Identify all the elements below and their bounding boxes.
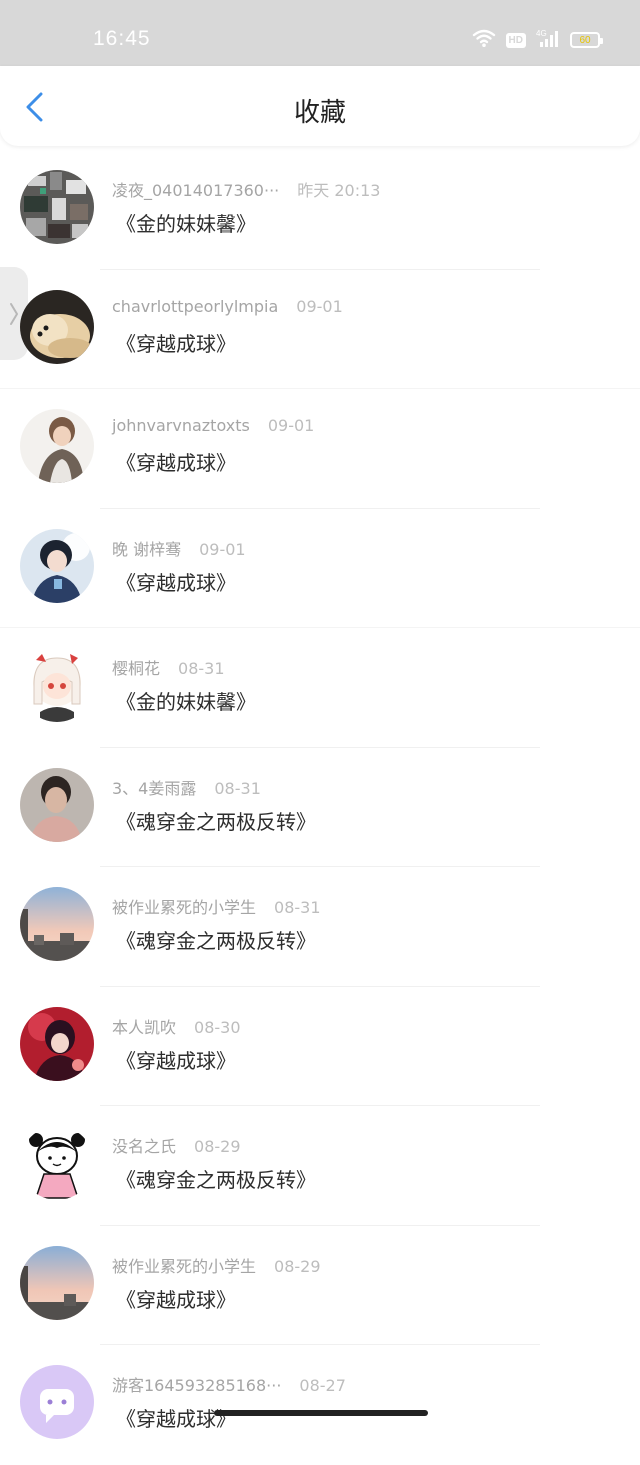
list-item[interactable]: chavrlottpeorlylmpia 09-01 《穿越成球》	[0, 270, 640, 389]
book-title[interactable]: 《穿越成球》	[116, 1284, 236, 1313]
page-title: 收藏	[293, 98, 346, 128]
list-item[interactable]: johnvarvnaztoxts 09-01 《穿越成球》	[0, 389, 640, 509]
username[interactable]: 被作业累死的小学生	[112, 1257, 256, 1276]
item-meta: 本人凯吹 08-30	[112, 1014, 241, 1038]
book-title[interactable]: 《穿越成球》	[116, 1403, 236, 1432]
status-bar: 16:45 HD 4G 60	[0, 0, 640, 66]
timestamp: 昨天 20:13	[297, 181, 381, 200]
item-meta: 3、4姜雨露 08-31	[112, 775, 261, 799]
username[interactable]: 晚 谢梓骞	[112, 540, 181, 559]
book-title[interactable]: 《魂穿金之两极反转》	[116, 1164, 316, 1193]
status-time: 16:45	[93, 27, 151, 50]
avatar[interactable]	[20, 648, 94, 722]
list-item[interactable]: 樱桐花 08-31 《金的妹妹馨》	[0, 628, 640, 748]
signal-icon: 4G	[536, 28, 560, 52]
book-title[interactable]: 《穿越成球》	[116, 447, 236, 476]
username[interactable]: 没名之氏	[112, 1137, 176, 1156]
item-meta: johnvarvnaztoxts 09-01	[112, 416, 314, 435]
avatar[interactable]	[20, 887, 94, 961]
timestamp: 09-01	[199, 539, 246, 559]
status-icons: HD 4G 60	[472, 28, 603, 52]
book-title[interactable]: 《金的妹妹馨》	[116, 208, 256, 237]
list-item[interactable]: 被作业累死的小学生 08-29 《穿越成球》	[0, 1226, 640, 1345]
item-meta: 樱桐花 08-31	[112, 655, 225, 679]
item-meta: chavrlottpeorlylmpia 09-01	[112, 297, 343, 316]
avatar[interactable]	[20, 289, 94, 364]
avatar[interactable]	[20, 1006, 94, 1081]
book-title[interactable]: 《魂穿金之两极反转》	[116, 925, 316, 954]
item-meta: 被作业累死的小学生 08-31	[112, 894, 321, 918]
svg-text:4G: 4G	[536, 29, 547, 38]
avatar[interactable]	[20, 409, 94, 483]
username[interactable]: 游客164593285168···	[112, 1376, 281, 1395]
list-item[interactable]: 游客164593285168··· 08-27 《穿越成球》	[0, 1345, 640, 1465]
list-item[interactable]: 凌夜_04014017360··· 昨天 20:13 《金的妹妹馨》	[0, 150, 640, 270]
battery-icon: 60	[570, 32, 603, 48]
username[interactable]: chavrlottpeorlylmpia	[112, 297, 278, 316]
avatar[interactable]	[20, 767, 94, 842]
list-item[interactable]: 本人凯吹 08-30 《穿越成球》	[0, 987, 640, 1106]
timestamp: 08-27	[299, 1376, 346, 1395]
username[interactable]: 樱桐花	[112, 659, 160, 678]
list-item[interactable]: 没名之氏 08-29 《魂穿金之两极反转》	[0, 1106, 640, 1226]
timestamp: 08-31	[214, 778, 261, 798]
item-meta: 凌夜_04014017360··· 昨天 20:13	[112, 177, 380, 201]
avatar[interactable]	[20, 528, 94, 603]
item-meta: 游客164593285168··· 08-27	[112, 1372, 346, 1396]
list-item[interactable]: 3、4姜雨露 08-31 《魂穿金之两极反转》	[0, 748, 640, 867]
book-title[interactable]: 《穿越成球》	[116, 567, 236, 596]
list-item[interactable]: 晚 谢梓骞 09-01 《穿越成球》	[0, 509, 640, 628]
nav-bar: 收藏	[0, 66, 640, 146]
timestamp: 08-29	[274, 1256, 321, 1276]
avatar[interactable]	[20, 1245, 94, 1320]
username[interactable]: 被作业累死的小学生	[112, 898, 256, 917]
avatar[interactable]	[20, 170, 94, 244]
book-title[interactable]: 《金的妹妹馨》	[116, 686, 256, 715]
wifi-icon	[472, 28, 496, 52]
item-meta: 没名之氏 08-29	[112, 1133, 241, 1157]
username[interactable]: 3、4姜雨露	[112, 779, 196, 798]
list-item[interactable]: 被作业累死的小学生 08-31 《魂穿金之两极反转》	[0, 867, 640, 987]
timestamp: 08-31	[274, 898, 321, 917]
favorites-list: 凌夜_04014017360··· 昨天 20:13 《金的妹妹馨》 chavrl…	[0, 150, 640, 1465]
avatar[interactable]	[20, 1126, 94, 1200]
book-title[interactable]: 《魂穿金之两极反转》	[116, 806, 316, 835]
home-indicator	[214, 1410, 428, 1416]
battery-level: 60	[579, 34, 591, 46]
timestamp: 09-01	[267, 416, 315, 435]
timestamp: 09-01	[296, 296, 343, 316]
hd-badge: HD	[505, 32, 526, 48]
timestamp: 08-30	[194, 1017, 241, 1037]
book-title[interactable]: 《穿越成球》	[116, 328, 236, 357]
username[interactable]: 本人凯吹	[112, 1018, 176, 1037]
item-meta: 被作业累死的小学生 08-29	[112, 1253, 321, 1277]
timestamp: 08-29	[194, 1137, 241, 1156]
username[interactable]: 凌夜_04014017360···	[112, 181, 279, 200]
timestamp: 08-31	[178, 659, 225, 678]
item-meta: 晚 谢梓骞 09-01	[112, 536, 246, 560]
book-title[interactable]: 《穿越成球》	[116, 1045, 236, 1074]
username[interactable]: johnvarvnaztoxts	[112, 416, 250, 435]
avatar[interactable]	[20, 1365, 94, 1439]
